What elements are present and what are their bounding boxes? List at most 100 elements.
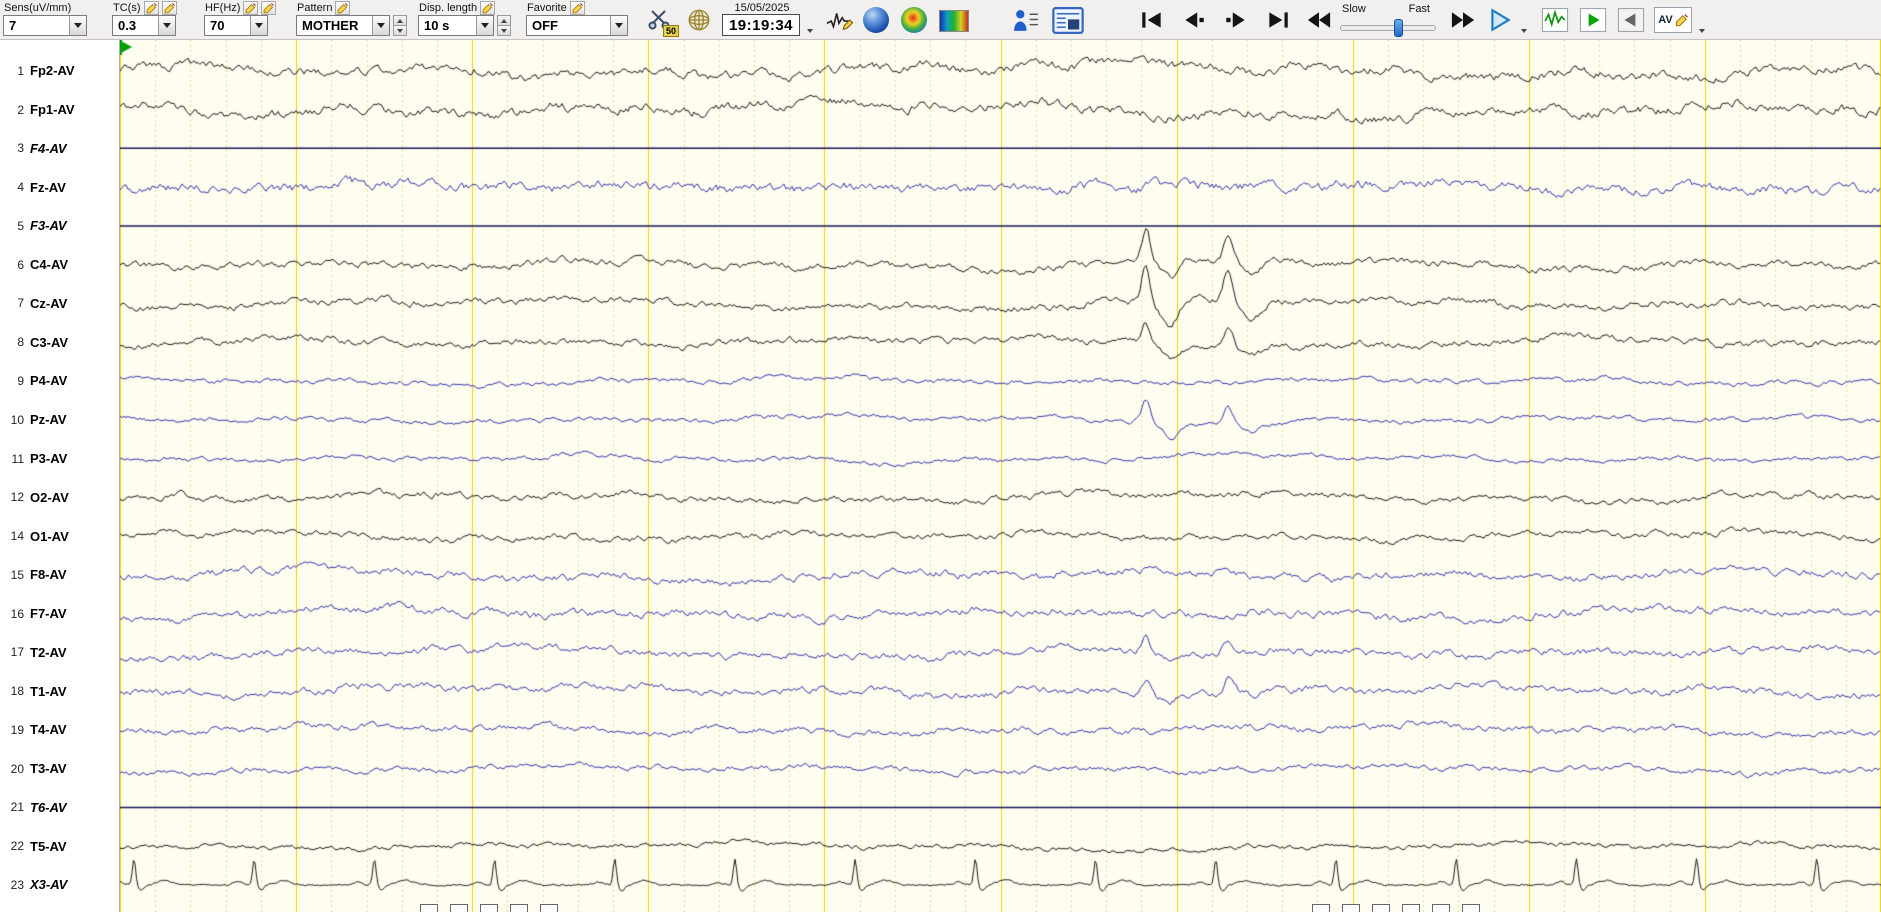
color-map-button[interactable] [938,9,970,33]
event-marker-box[interactable] [1432,904,1450,912]
channel-row-F4-AV[interactable]: 3 F4-AV [0,139,118,157]
play-icon [1491,8,1511,32]
step-forward-button[interactable] [1218,8,1254,32]
pattern-dropdown[interactable]: MOTHER [296,15,390,36]
channel-row-C4-AV[interactable]: 6 C4-AV [0,256,118,274]
play-options-chevron-icon[interactable] [1518,25,1530,37]
event-marker-box[interactable] [1342,904,1360,912]
channel-row-F8-AV[interactable]: 15 F8-AV [0,566,118,584]
display-length-dropdown[interactable]: 10 s [418,15,494,36]
channel-row-F7-AV[interactable]: 16 F7-AV [0,605,118,623]
channel-row-T2-AV[interactable]: 17 T2-AV [0,643,118,661]
annotate-wave-button[interactable] [824,7,856,33]
channel-row-T5-AV[interactable]: 22 T5-AV [0,837,118,855]
time-options-chevron-icon[interactable] [804,25,816,37]
reference-av-button[interactable]: AV [1654,7,1692,33]
event-marker-box[interactable] [1312,904,1330,912]
chevron-down-icon[interactable] [476,16,493,35]
channel-row-Fp2-AV[interactable]: 1 Fp2-AV [0,62,118,80]
favorite-edit-pencil-icon[interactable] [569,1,585,15]
spinner-down-icon[interactable] [497,26,511,36]
hf-value: 70 [210,18,225,33]
step-back-button[interactable] [1176,8,1212,32]
chevron-down-icon[interactable] [158,16,175,35]
montage-button[interactable] [1050,6,1086,34]
brain-map-3d-button[interactable] [862,6,890,34]
channel-row-T1-AV[interactable]: 18 T1-AV [0,682,118,700]
event-marker-box[interactable] [420,904,438,912]
channel-row-Pz-AV[interactable]: 10 Pz-AV [0,411,118,429]
event-marker-box[interactable] [480,904,498,912]
waveform-pen-icon [826,13,854,31]
chevron-down-icon[interactable] [610,16,627,35]
channel-row-O1-AV[interactable]: 14 O1-AV [0,527,118,545]
go-first-button[interactable] [1134,8,1170,32]
spinner-up-icon[interactable] [393,15,407,26]
channel-row-C3-AV[interactable]: 8 C3-AV [0,333,118,351]
channel-number: 3 [17,141,24,156]
amplitude-map-button[interactable] [900,6,928,34]
pattern-edit-pencil-icon[interactable] [335,1,351,15]
channel-row-X3-AV[interactable]: 23 X3-AV [0,876,118,894]
rewind-button[interactable] [1302,8,1336,32]
event-marker-box[interactable] [1372,904,1390,912]
channel-row-O2-AV[interactable]: 12 O2-AV [0,488,118,506]
event-marker-box[interactable] [450,904,468,912]
tc-value: 0.3 [118,18,137,33]
channel-row-Fz-AV[interactable]: 4 Fz-AV [0,178,118,196]
fast-forward-icon [1451,12,1475,28]
fast-forward-button[interactable] [1446,8,1480,32]
event-marker-box[interactable] [1462,904,1480,912]
favorite-dropdown[interactable]: OFF [526,15,628,36]
tc-edit2-pencil-icon[interactable] [161,1,177,15]
spinner-down-icon[interactable] [393,26,407,36]
eeg-plot-area[interactable] [120,40,1881,912]
spinner-up-icon[interactable] [497,15,511,26]
channel-number: 14 [10,529,24,544]
tc-edit-pencil-icon[interactable] [143,1,159,15]
channel-row-T6-AV[interactable]: 21 T6-AV [0,798,118,816]
channel-row-P3-AV[interactable]: 11 P3-AV [0,450,118,468]
green-wave-tool-button[interactable] [1540,7,1570,33]
pattern-spinner[interactable] [393,15,407,36]
patient-info-button[interactable] [1010,6,1040,34]
previous-page-tool-button[interactable] [1616,7,1646,33]
hf-edit-pencil-icon[interactable] [243,1,259,15]
sensitivity-dropdown[interactable]: 7 [3,15,87,36]
hf-edit2-pencil-icon[interactable] [261,1,277,15]
notch-filter-button[interactable]: 50 [642,4,679,37]
channel-number: 4 [17,180,24,195]
rewind-icon [1307,12,1331,28]
play-button[interactable] [1484,5,1516,35]
chevron-down-icon[interactable] [372,16,389,35]
channel-row-T4-AV[interactable]: 19 T4-AV [0,721,118,739]
tc-dropdown[interactable]: 0.3 [112,15,176,36]
eeg-plot-canvas[interactable] [120,40,1881,912]
hf-dropdown[interactable]: 70 [204,15,268,36]
channel-row-Cz-AV[interactable]: 7 Cz-AV [0,294,118,312]
event-marker-box[interactable] [510,904,528,912]
go-last-button[interactable] [1260,8,1296,32]
channel-number: 1 [17,63,24,78]
channel-row-P4-AV[interactable]: 9 P4-AV [0,372,118,390]
channel-number: 11 [11,451,24,466]
pattern-label: Pattern [297,2,333,14]
speed-slider-thumb[interactable] [1393,19,1403,37]
chevron-down-icon[interactable] [250,16,267,35]
event-marker-box[interactable] [1402,904,1420,912]
channel-row-Fp1-AV[interactable]: 2 Fp1-AV [0,101,118,119]
av-options-chevron-icon[interactable] [1696,25,1708,37]
channel-row-F3-AV[interactable]: 5 F3-AV [0,217,118,235]
display-length-spinner[interactable] [497,15,511,36]
event-marker-box[interactable] [540,904,558,912]
channel-row-T3-AV[interactable]: 20 T3-AV [0,760,118,778]
speed-slider-track[interactable] [1340,19,1436,37]
favorite-value: OFF [532,18,558,33]
channel-label: F4-AV [30,140,67,156]
blue-sphere-icon [863,7,889,33]
chevron-down-icon[interactable] [69,16,86,35]
head-map-button[interactable] [684,6,714,34]
green-play-tool-button[interactable] [1578,7,1608,33]
channel-label: Cz-AV [30,295,68,311]
display-length-edit-pencil-icon[interactable] [480,1,496,15]
